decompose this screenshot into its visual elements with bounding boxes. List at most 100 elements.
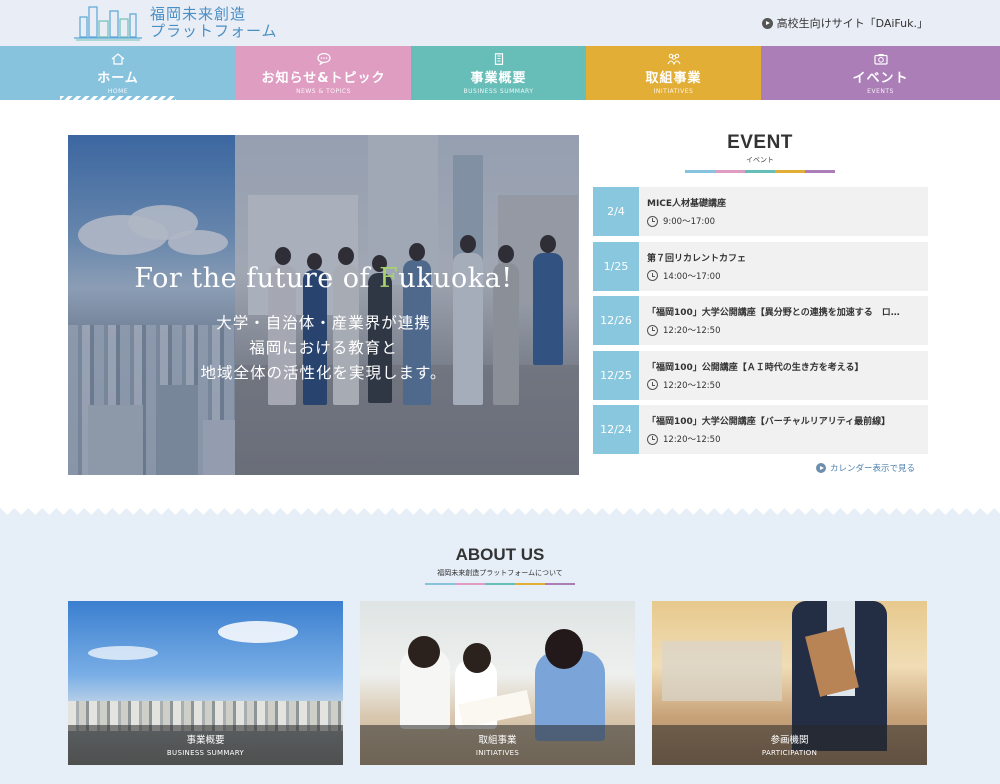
nav-home-label: ホーム [97,71,139,86]
event-date: 12/25 [593,350,639,400]
clock-icon [647,324,658,336]
calendar-view-link[interactable]: カレンダー表示で見る [816,462,915,474]
event-item[interactable]: 12/26 「福岡100」大学公開講座【異分野との連携を加速する ロ… 12:2… [593,296,928,345]
nav-news[interactable]: お知らせ&トピック NEWS & TOPICS [236,46,411,100]
nav-business-summary[interactable]: 事業概要 BUSINESS SUMMARY [411,46,586,100]
card-subtitle: BUSINESS SUMMARY [166,749,245,757]
event-date: 12/24 [593,405,639,454]
nav-initiatives-label: 取組事業 [645,71,702,86]
hero-line: 大学・自治体・産業界が連携 [216,314,431,332]
clock-icon [647,379,658,390]
card-caption: 事業概要 BUSINESS SUMMARY [68,725,343,765]
event-time-text: 14:00〜17:00 [663,271,721,282]
event-item[interactable]: 12/25 「福岡100」公開講座【ＡＩ時代の生き方を考える】 12:20〜12… [593,350,928,400]
event-date: 2/4 [593,187,639,236]
card-subtitle: PARTICIPATION [761,749,818,757]
card-caption: 取組事業 INITIATIVES [360,725,635,765]
hero-line: 福岡における教育と [249,339,398,357]
people-icon [667,53,680,65]
event-title: 第７回リカレントカフェ [647,253,747,264]
event-body: 第７回リカレントカフェ 14:00〜17:00 [639,242,928,291]
student-head [463,643,491,673]
whiteboard [662,641,782,701]
event-time-text: 12:20〜12:50 [663,435,721,445]
home-icon [111,53,125,65]
chat-bubble-icon [316,53,331,65]
logo-text: 福岡未来創造 プラットフォーム [150,6,278,40]
clock-icon [647,270,658,281]
event-title: 「福岡100」大学公開講座【異分野との連携を加速する ロ… [647,308,900,318]
hero-title: For the future of Fukuoka! [68,263,579,294]
clock-icon [647,433,658,445]
top-header: 福岡未来創造 プラットフォーム 高校生向けサイト「DAiFuk.」 [0,0,1000,46]
nav-business-en: BUSINESS SUMMARY [463,88,534,95]
card-subtitle: INITIATIVES [475,749,520,757]
hero-line: 地域全体の活性化を実現します。 [200,364,447,382]
nav-home[interactable]: ホーム HOME [0,46,236,100]
event-item[interactable]: 12/24 「福岡100」大学公開講座【バーチャルリアリティ最前線】 12:20… [593,405,928,454]
about-card-participation[interactable]: 参画機関 PARTICIPATION [652,601,927,765]
color-bar [425,583,575,585]
about-heading: ABOUT US [455,545,545,564]
high-school-site-label: 高校生向けサイト「DAiFuk.」 [776,17,928,30]
logo-line2: プラットフォーム [150,22,278,40]
main-nav: ホーム HOME お知らせ&トピック NEWS & TOPICS 事業概要 BU… [0,46,1000,100]
event-time-text: 12:20〜12:50 [663,326,721,336]
building-icon [494,53,503,65]
event-time-text: 9:00〜17:00 [663,217,716,227]
event-list: 2/4 MICE人材基礎講座 9:00〜17:00 1/25 第７回リカレントカ… [593,187,928,460]
event-time: 12:20〜12:50 [647,379,928,391]
high-school-site-link[interactable]: 高校生向けサイト「DAiFuk.」 [761,15,928,31]
event-title: 「福岡100」大学公開講座【バーチャルリアリティ最前線】 [647,417,891,427]
cloud [88,646,158,660]
event-time: 12:20〜12:50 [647,433,928,445]
hero-overlay [68,135,579,475]
event-body: 「福岡100」公開講座【ＡＩ時代の生き方を考える】 12:20〜12:50 [639,351,928,400]
camera-icon [873,54,888,65]
event-time: 9:00〜17:00 [647,215,928,227]
nav-initiatives-en: INITIATIVES [653,88,694,95]
event-title: 「福岡100」公開講座【ＡＩ時代の生き方を考える】 [647,362,864,373]
card-title: 事業概要 [186,735,225,746]
event-title: MICE人材基礎講座 [647,199,727,209]
clock-icon [647,215,658,227]
event-body: 「福岡100」大学公開講座【異分野との連携を加速する ロ… 12:20〜12:5… [639,296,928,345]
nav-initiatives[interactable]: 取組事業 INITIATIVES [586,46,761,100]
color-bar [685,170,835,173]
about-card-initiatives[interactable]: 取組事業 INITIATIVES [360,601,635,765]
logo-line1: 福岡未来創造 [150,5,247,23]
nav-business-label: 事業概要 [470,71,527,86]
nav-home-en: HOME [107,88,129,95]
event-date: 12/26 [593,296,639,345]
event-item[interactable]: 2/4 MICE人材基礎講座 9:00〜17:00 [593,187,928,236]
arrow-circle-icon [816,463,826,473]
nav-events[interactable]: イベント EVENTS [761,46,1000,100]
nav-news-en: NEWS & TOPICS [296,88,351,95]
hero-banner[interactable]: For the future of Fukuoka! 大学・自治体・産業界が連携… [68,135,579,475]
event-body: 「福岡100」大学公開講座【バーチャルリアリティ最前線】 12:20〜12:50 [639,405,928,454]
arrow-circle-icon [761,17,773,29]
event-subheading: イベント [746,156,774,164]
city-skyline-logo-icon [74,6,142,41]
active-indicator [60,96,176,100]
about-card-business-summary[interactable]: 事業概要 BUSINESS SUMMARY [68,601,343,765]
hero-subtitle: 大学・自治体・産業界が連携 福岡における教育と 地域全体の活性化を実現します。 [68,311,579,386]
card-caption: 参画機関 PARTICIPATION [652,725,927,765]
event-body: MICE人材基礎講座 9:00〜17:00 [639,187,928,236]
event-time-text: 12:20〜12:50 [663,380,721,391]
site-logo[interactable]: 福岡未来創造 プラットフォーム [72,4,278,42]
event-time: 14:00〜17:00 [647,270,928,282]
nav-events-en: EVENTS [867,88,894,95]
student-head [545,629,583,669]
event-item[interactable]: 1/25 第７回リカレントカフェ 14:00〜17:00 [593,241,928,291]
event-date: 1/25 [593,241,639,291]
event-time: 12:20〜12:50 [647,324,928,336]
calendar-view-label: カレンダー表示で見る [830,464,916,474]
about-subheading: 福岡未来創造プラットフォームについて [437,569,563,577]
nav-news-label: お知らせ&トピック [261,71,386,86]
hero-title-pre: For the future of [134,263,380,294]
nav-events-label: イベント [852,71,909,86]
card-title: 参画機関 [770,735,809,746]
hero-title-post: ukuoka! [398,263,513,294]
hero-title-highlight: F [379,263,399,294]
